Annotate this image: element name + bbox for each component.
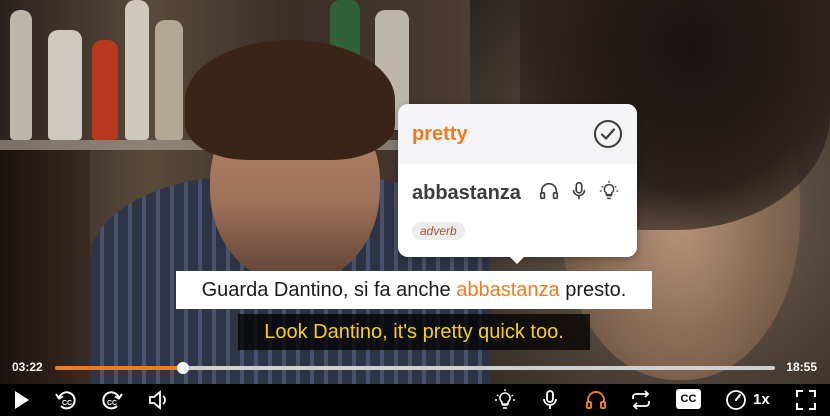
forward-cc-icon: CC: [102, 391, 123, 410]
speed-label[interactable]: 1x: [753, 391, 770, 408]
word-translation: pretty: [412, 123, 468, 145]
volume-button[interactable]: [147, 388, 171, 412]
fullscreen-icon: [796, 390, 816, 410]
rewind-subtitle-button[interactable]: CC: [54, 388, 78, 412]
fullscreen-button[interactable]: [794, 388, 818, 412]
native-subtitle: Guarda Dantino, si fa anche abbastanza p…: [176, 271, 652, 309]
control-bar: [0, 384, 830, 416]
person-hair: [185, 40, 395, 160]
translated-subtitle: Look Dantino, it's pretty quick too.: [238, 314, 590, 350]
svg-text:CC: CC: [62, 400, 72, 407]
popup-actions: [538, 180, 620, 202]
svg-text:CC: CC: [107, 400, 117, 407]
microphone-icon[interactable]: [568, 180, 590, 202]
bottle: [155, 20, 183, 140]
bottle: [92, 40, 118, 140]
headphones-icon: [586, 391, 606, 409]
volume-icon: [149, 390, 166, 410]
lightbulb-icon: [495, 389, 515, 409]
play-icon: [15, 391, 29, 409]
bottle: [10, 10, 32, 140]
lightbulb-icon[interactable]: [598, 180, 620, 202]
check-circle-icon[interactable]: [593, 119, 623, 149]
forward-subtitle-button[interactable]: CC: [100, 388, 124, 412]
source-word: abbastanza: [412, 182, 521, 204]
bottle: [125, 0, 149, 140]
headphones-icon[interactable]: [538, 180, 560, 202]
speed-button[interactable]: [724, 388, 748, 412]
microphone-icon: [543, 390, 557, 409]
speak-button[interactable]: [538, 388, 562, 412]
part-of-speech-badge: adverb: [412, 222, 465, 240]
seek-bar[interactable]: [55, 362, 775, 374]
current-time: 03:22: [12, 360, 43, 374]
highlighted-word[interactable]: abbastanza: [456, 279, 559, 301]
speed-gauge-icon: [726, 390, 746, 410]
bottle: [48, 30, 82, 140]
play-button[interactable]: [9, 388, 33, 412]
popup-header: pretty: [398, 104, 637, 164]
rewind-cc-icon: CC: [55, 391, 76, 410]
subtitles-toggle[interactable]: CC: [676, 389, 701, 409]
shadow-left: [0, 150, 90, 384]
total-time: 18:55: [786, 360, 817, 374]
popup-pointer: [509, 256, 525, 264]
loop-icon: [632, 390, 650, 410]
seek-progress: [55, 366, 184, 370]
subtitle-text[interactable]: Guarda Dantino, si fa anche: [202, 279, 457, 301]
listen-mode-button[interactable]: [584, 388, 608, 412]
word-popup: pretty abbastanza adverb: [398, 104, 637, 257]
loop-button[interactable]: [629, 388, 653, 412]
hints-button[interactable]: [493, 388, 517, 412]
subtitle-text[interactable]: presto.: [560, 279, 626, 301]
